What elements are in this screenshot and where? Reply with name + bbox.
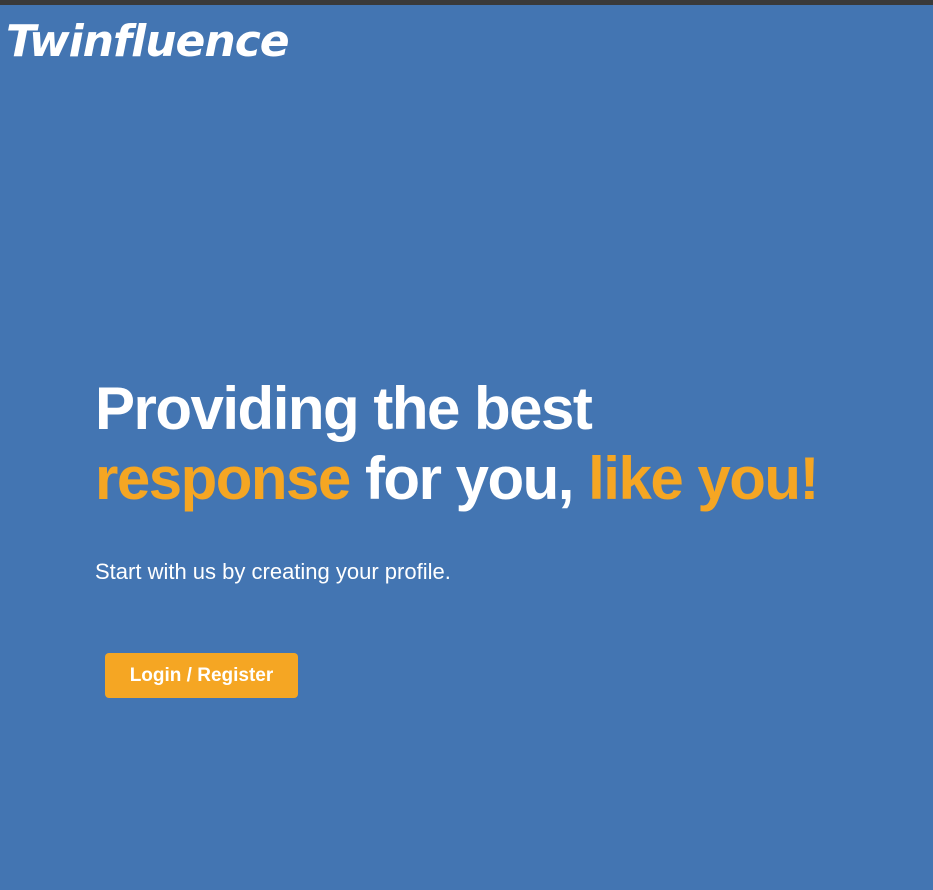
login-register-button[interactable]: Login / Register bbox=[105, 653, 298, 698]
hero-section: Providing the best response for you, lik… bbox=[95, 374, 915, 514]
headline-plain-text: for you, bbox=[349, 445, 589, 512]
hero-subtitle: Start with us by creating your profile. bbox=[95, 559, 451, 584]
hero-headline: Providing the best response for you, lik… bbox=[95, 374, 915, 514]
headline-accent-like-you: like you! bbox=[588, 445, 819, 512]
window-top-strip bbox=[0, 0, 933, 5]
headline-line-1: Providing the best bbox=[95, 375, 593, 442]
headline-accent-response: response bbox=[95, 445, 351, 512]
brand-logo[interactable]: Twinfluence bbox=[6, 17, 290, 66]
